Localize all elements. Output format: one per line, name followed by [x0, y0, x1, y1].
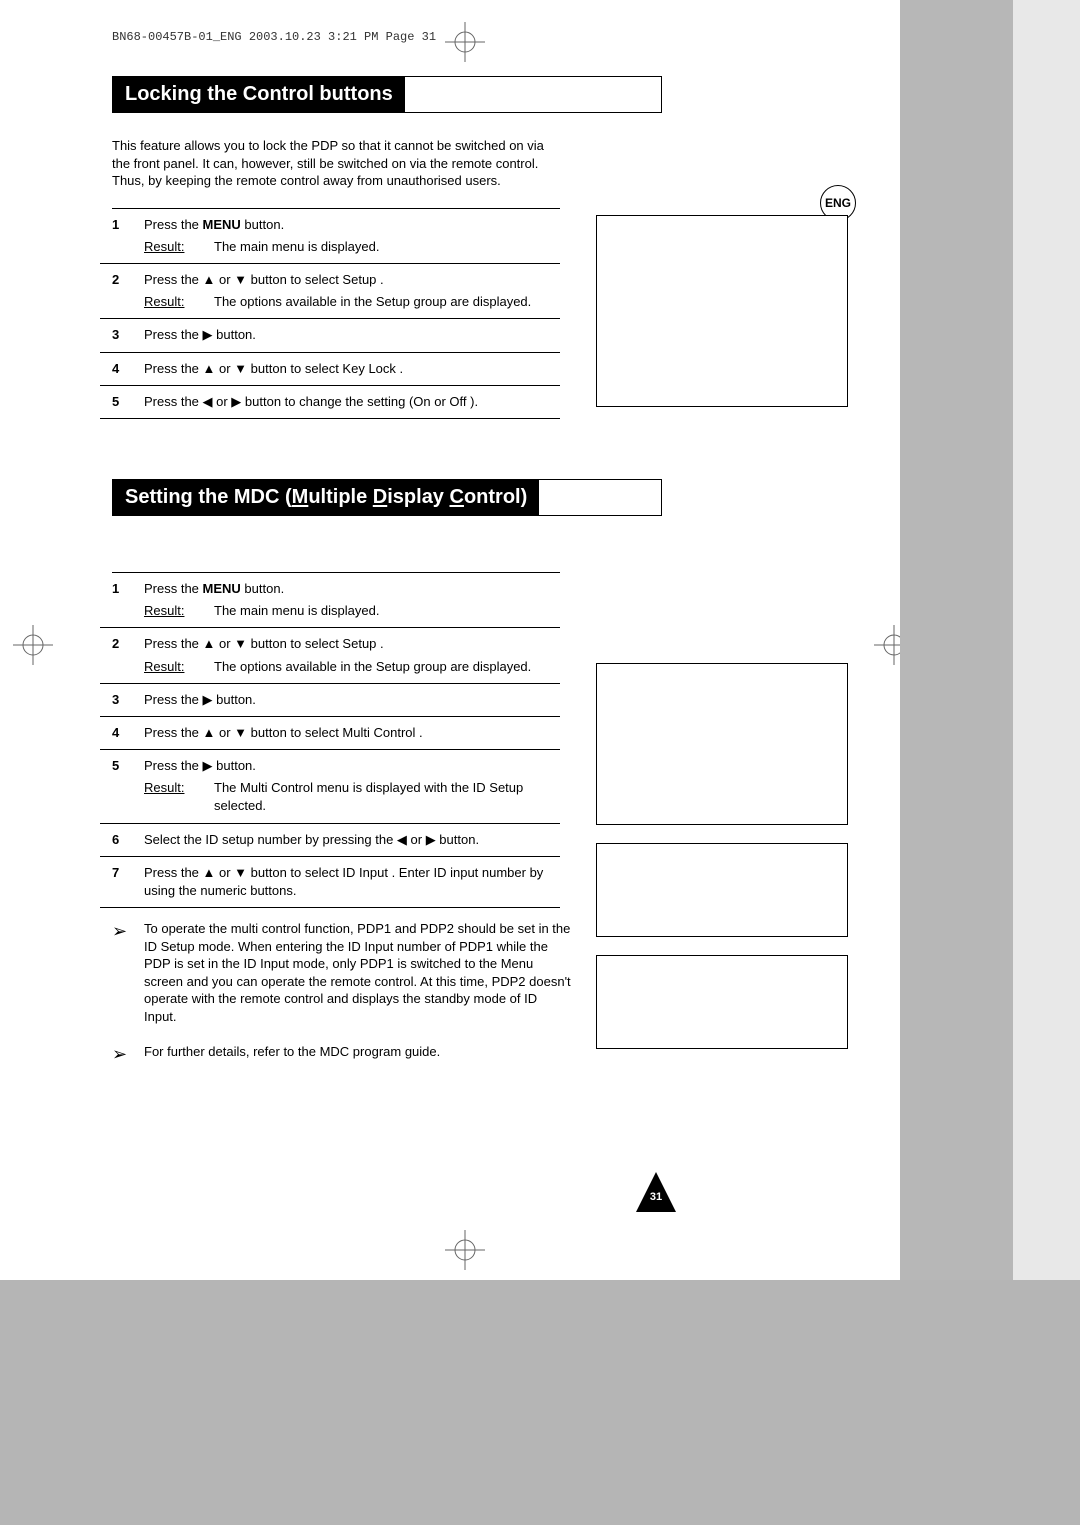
note-row: ➢ To operate the multi control function,…: [100, 914, 572, 1031]
section1-intro: This feature allows you to lock the PDP …: [112, 137, 552, 190]
step-row: 6 Select the ID setup number by pressing…: [100, 824, 560, 857]
step-row: 2 Press the ▲ or ▼ button to select Setu…: [100, 264, 560, 319]
section2-steps: 1 Press the MENU button. Result: The mai…: [100, 572, 560, 908]
step-row: 3 Press the ▶ button.: [100, 684, 560, 717]
step-row: 2 Press the ▲ or ▼ button to select Setu…: [100, 628, 560, 683]
section2-title: Setting the MDC (Multiple Display Contro…: [113, 480, 539, 515]
step-row: 1 Press the MENU button. Result: The mai…: [100, 209, 560, 264]
crop-mark-left: [13, 625, 53, 665]
manual-page: BN68-00457B-01_ENG 2003.10.23 3:21 PM Pa…: [0, 0, 900, 1280]
step-row: 4 Press the ▲ or ▼ button to select Mult…: [100, 717, 560, 750]
step-row: 4 Press the ▲ or ▼ button to select Key …: [100, 353, 560, 386]
screenshot-placeholder: [596, 843, 848, 937]
screenshot-placeholder: [596, 663, 848, 825]
step-row: 7 Press the ▲ or ▼ button to select ID I…: [100, 857, 560, 908]
step-row: 3 Press the ▶ button.: [100, 319, 560, 352]
section1-title: Locking the Control buttons: [113, 77, 405, 112]
note-icon: ➢: [112, 920, 144, 1025]
step-row: 5 Press the ◀ or ▶ button to change the …: [100, 386, 560, 419]
scan-gutter-right: [900, 0, 1013, 1280]
scan-gutter-bottom: [0, 1280, 1080, 1525]
crop-mark-top: [445, 22, 485, 62]
step-row: 1 Press the MENU button. Result: The mai…: [100, 573, 560, 628]
screenshot-placeholder: [596, 215, 848, 407]
note-icon: ➢: [112, 1043, 144, 1063]
note-row: ➢ For further details, refer to the MDC …: [100, 1037, 572, 1069]
screenshot-placeholder: [596, 955, 848, 1049]
page-number-badge: 31: [636, 1172, 676, 1212]
section1-heading: Locking the Control buttons: [112, 76, 662, 113]
step-row: 5 Press the ▶ button. Result: The Multi …: [100, 750, 560, 824]
section2-heading: Setting the MDC (Multiple Display Contro…: [112, 479, 662, 516]
section1-steps: 1 Press the MENU button. Result: The mai…: [100, 208, 560, 419]
crop-mark-bottom: [445, 1230, 485, 1270]
result-label: Result:: [144, 238, 214, 256]
